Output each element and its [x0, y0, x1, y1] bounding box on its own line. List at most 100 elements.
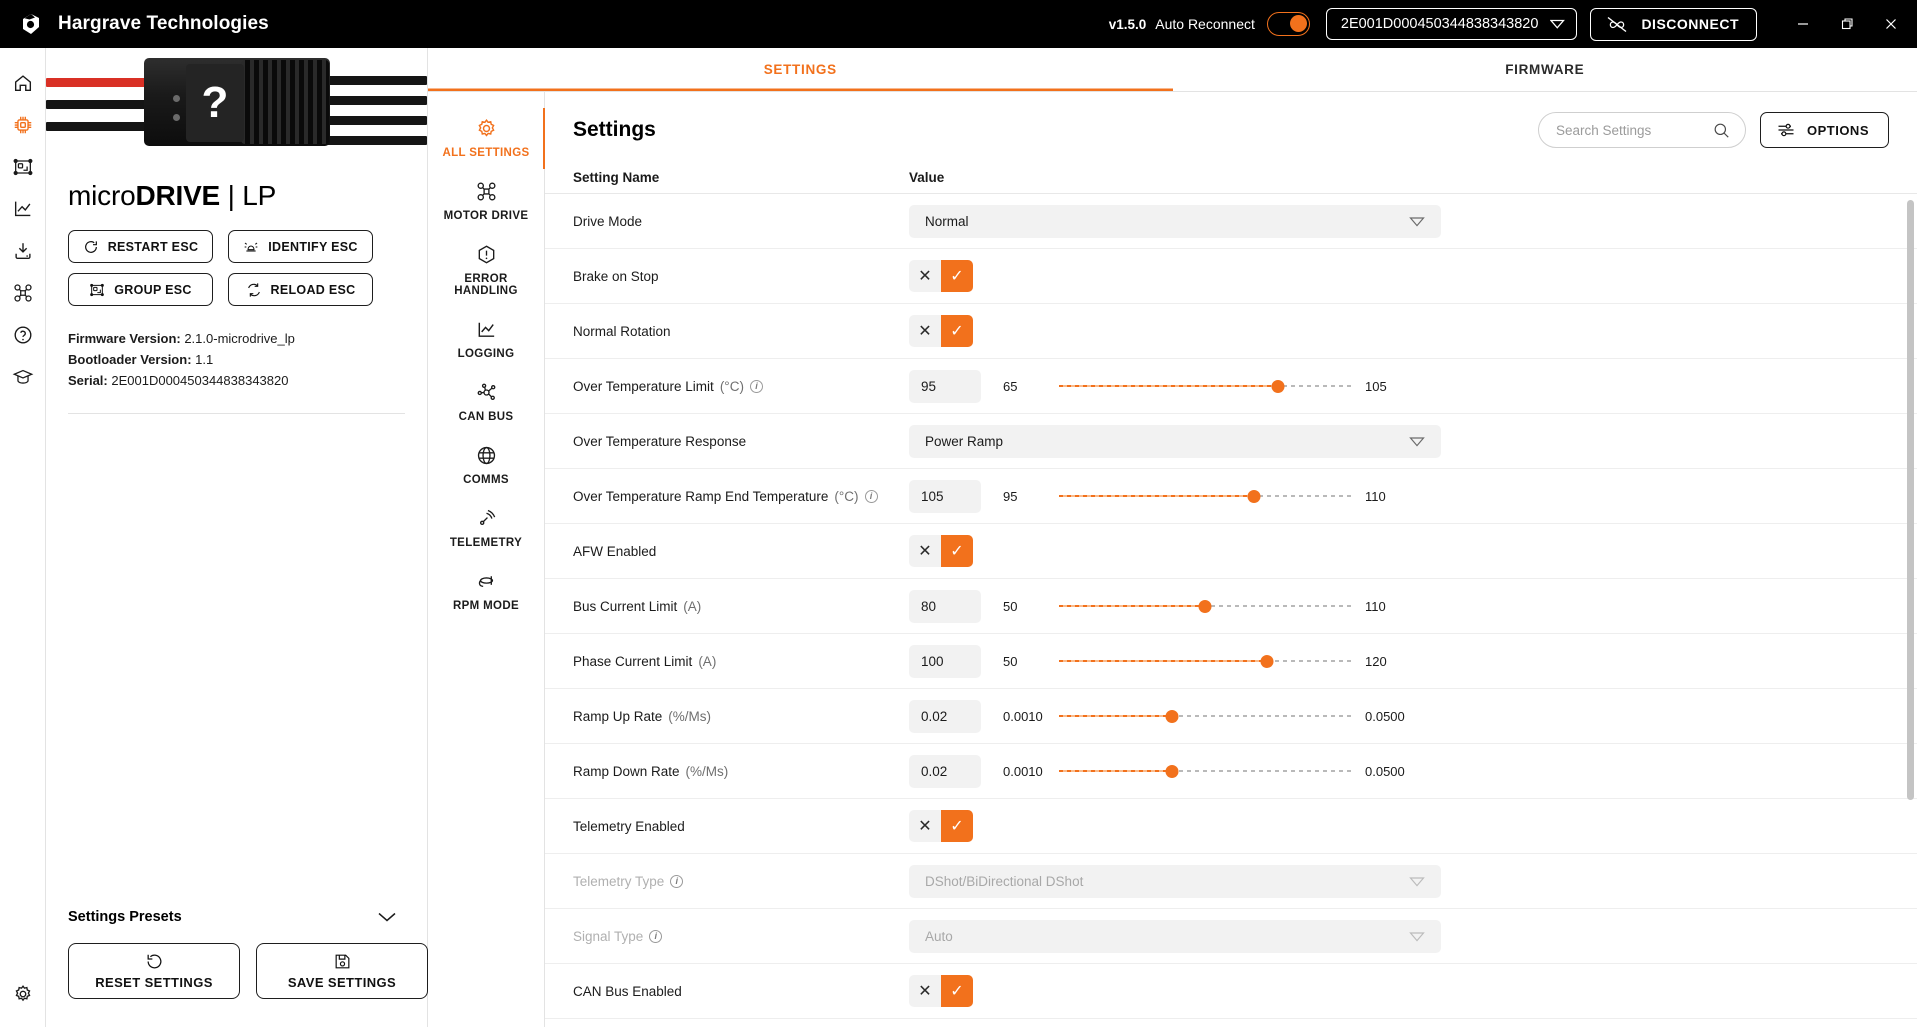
slider-min-label: 50 — [1003, 653, 1018, 669]
slider-min-label: 0.0010 — [1003, 763, 1043, 779]
minimize-button[interactable] — [1781, 0, 1825, 48]
rail-item-home[interactable] — [2, 62, 44, 104]
setting-value: 105 95 110 — [909, 479, 1889, 513]
warning-icon — [475, 243, 498, 266]
slider-track[interactable] — [1059, 709, 1351, 723]
settings-scrollbar[interactable] — [1907, 200, 1914, 800]
setting-number-input[interactable]: 105 — [909, 479, 981, 513]
setting-dropdown[interactable]: Power Ramp — [909, 424, 1441, 458]
category-all-settings[interactable]: ALL SETTINGS — [428, 108, 545, 169]
category-motor-drive-label: MOTOR DRIVE — [443, 210, 529, 222]
restart-esc-button[interactable]: RESTART ESC — [68, 230, 213, 263]
rail-item-logging-chart[interactable] — [2, 188, 44, 230]
slider-track[interactable] — [1059, 489, 1351, 503]
slider-thumb[interactable] — [1247, 489, 1261, 503]
slider-thumb[interactable] — [1198, 599, 1212, 613]
group-esc-button[interactable]: GROUP ESC — [68, 273, 213, 306]
rail-item-learn[interactable] — [2, 356, 44, 398]
slider-group: 50 110 — [1003, 599, 1386, 614]
settings-area: Settings Search Settings OPTIONS Setting… — [545, 92, 1917, 1027]
setting-number-input[interactable]: 100 — [909, 644, 981, 678]
toggle-option-off[interactable]: ✕ — [909, 315, 941, 347]
tab-settings[interactable]: SETTINGS — [428, 48, 1173, 91]
reload-icon — [246, 282, 262, 298]
rail-item-help[interactable] — [2, 314, 44, 356]
toggle-option-off[interactable]: ✕ — [909, 975, 941, 1007]
gear-icon — [475, 117, 498, 140]
setting-toggle[interactable]: ✕ ✓ — [909, 810, 973, 842]
category-logging[interactable]: LOGGING — [428, 309, 544, 370]
slider-thumb[interactable] — [1260, 654, 1274, 668]
identify-esc-button[interactable]: IDENTIFY ESC — [228, 230, 373, 263]
tab-firmware[interactable]: FIRMWARE — [1173, 48, 1917, 91]
slider-track[interactable] — [1059, 764, 1351, 778]
save-settings-button[interactable]: SAVE SETTINGS — [256, 943, 428, 999]
dropdown-value: Normal — [925, 213, 969, 229]
setting-name: Over Temperature Response — [573, 434, 909, 449]
setting-number-input[interactable]: 95 — [909, 369, 981, 403]
rail-item-download[interactable] — [2, 230, 44, 272]
maximize-button[interactable] — [1825, 0, 1869, 48]
setting-number-input[interactable]: 80 — [909, 589, 981, 623]
setting-number-input[interactable]: 0.02 — [909, 754, 981, 788]
slider-min-label: 95 — [1003, 488, 1018, 504]
setting-toggle[interactable]: ✕ ✓ — [909, 535, 973, 567]
setting-dropdown[interactable]: Normal — [909, 204, 1441, 238]
settings-presets-row[interactable]: Settings Presets — [46, 909, 427, 925]
toggle-option-on[interactable]: ✓ — [941, 810, 973, 842]
info-icon[interactable]: i — [749, 379, 763, 393]
rail-item-settings-gear[interactable] — [2, 973, 44, 1015]
disconnect-button[interactable]: DISCONNECT — [1590, 7, 1757, 41]
setting-toggle[interactable]: ✕ ✓ — [909, 315, 973, 347]
slider-track[interactable] — [1059, 379, 1351, 393]
info-icon[interactable]: i — [649, 929, 663, 943]
setting-name: Phase Current Limit (A) — [573, 654, 909, 669]
category-comms[interactable]: COMMS — [428, 435, 544, 496]
category-can-bus[interactable]: CAN BUS — [428, 372, 544, 433]
setting-name-label: Ramp Up Rate — [573, 708, 663, 724]
category-error-handling[interactable]: ERROR HANDLING — [428, 234, 544, 307]
search-input[interactable] — [1555, 122, 1706, 138]
slider-track[interactable] — [1059, 599, 1351, 613]
options-button[interactable]: OPTIONS — [1759, 112, 1889, 148]
setting-number-input[interactable]: 0.02 — [909, 699, 981, 733]
close-button[interactable] — [1869, 0, 1913, 48]
setting-toggle[interactable]: ✕ ✓ — [909, 975, 973, 1007]
toggle-option-off[interactable]: ✕ — [909, 535, 941, 567]
info-icon[interactable]: i — [670, 874, 684, 888]
network-icon — [475, 381, 498, 404]
slider-track-fill — [1059, 604, 1205, 608]
slider-track-fill — [1059, 769, 1173, 773]
toggle-option-on[interactable]: ✓ — [941, 260, 973, 292]
setting-value: 0.02 0.0010 0.0500 — [909, 699, 1889, 733]
category-telemetry[interactable]: TELEMETRY — [428, 498, 544, 559]
setting-name-label: CAN Bus Enabled — [573, 983, 682, 999]
reset-settings-button[interactable]: RESET SETTINGS — [68, 943, 240, 999]
category-rpm-mode[interactable]: RPM MODE — [428, 561, 544, 622]
info-icon[interactable]: i — [864, 489, 878, 503]
setting-toggle[interactable]: ✕ ✓ — [909, 260, 973, 292]
toggle-option-off[interactable]: ✕ — [909, 260, 941, 292]
rail-item-esc-chip[interactable] — [2, 104, 44, 146]
toggle-option-on[interactable]: ✓ — [941, 315, 973, 347]
search-settings-box[interactable] — [1537, 112, 1746, 148]
slider-thumb[interactable] — [1165, 764, 1179, 778]
device-id-dropdown[interactable]: 2E001D000450344838343820 — [1325, 8, 1578, 40]
setting-value: ✕ ✓ — [909, 975, 1889, 1007]
auto-reconnect-toggle[interactable] — [1266, 12, 1310, 36]
toggle-option-on[interactable]: ✓ — [941, 535, 973, 567]
toggle-option-on[interactable]: ✓ — [941, 975, 973, 1007]
slider-track[interactable] — [1059, 654, 1351, 668]
esc-heatsink-fins — [241, 60, 329, 144]
category-motor-drive[interactable]: MOTOR DRIVE — [428, 171, 544, 232]
slider-thumb[interactable] — [1271, 379, 1285, 393]
setting-name-label: Telemetry Type — [573, 873, 665, 889]
rail-item-group[interactable] — [2, 146, 44, 188]
save-settings-label: SAVE SETTINGS — [287, 975, 397, 990]
slider-thumb[interactable] — [1165, 709, 1179, 723]
rail-item-drone[interactable] — [2, 272, 44, 314]
toggle-option-off[interactable]: ✕ — [909, 810, 941, 842]
main-panel: SETTINGS FIRMWARE ALL SETTINGS MOTOR DRI… — [428, 48, 1917, 1027]
reload-esc-button[interactable]: RELOAD ESC — [228, 273, 373, 306]
category-logging-label: LOGGING — [457, 348, 515, 360]
